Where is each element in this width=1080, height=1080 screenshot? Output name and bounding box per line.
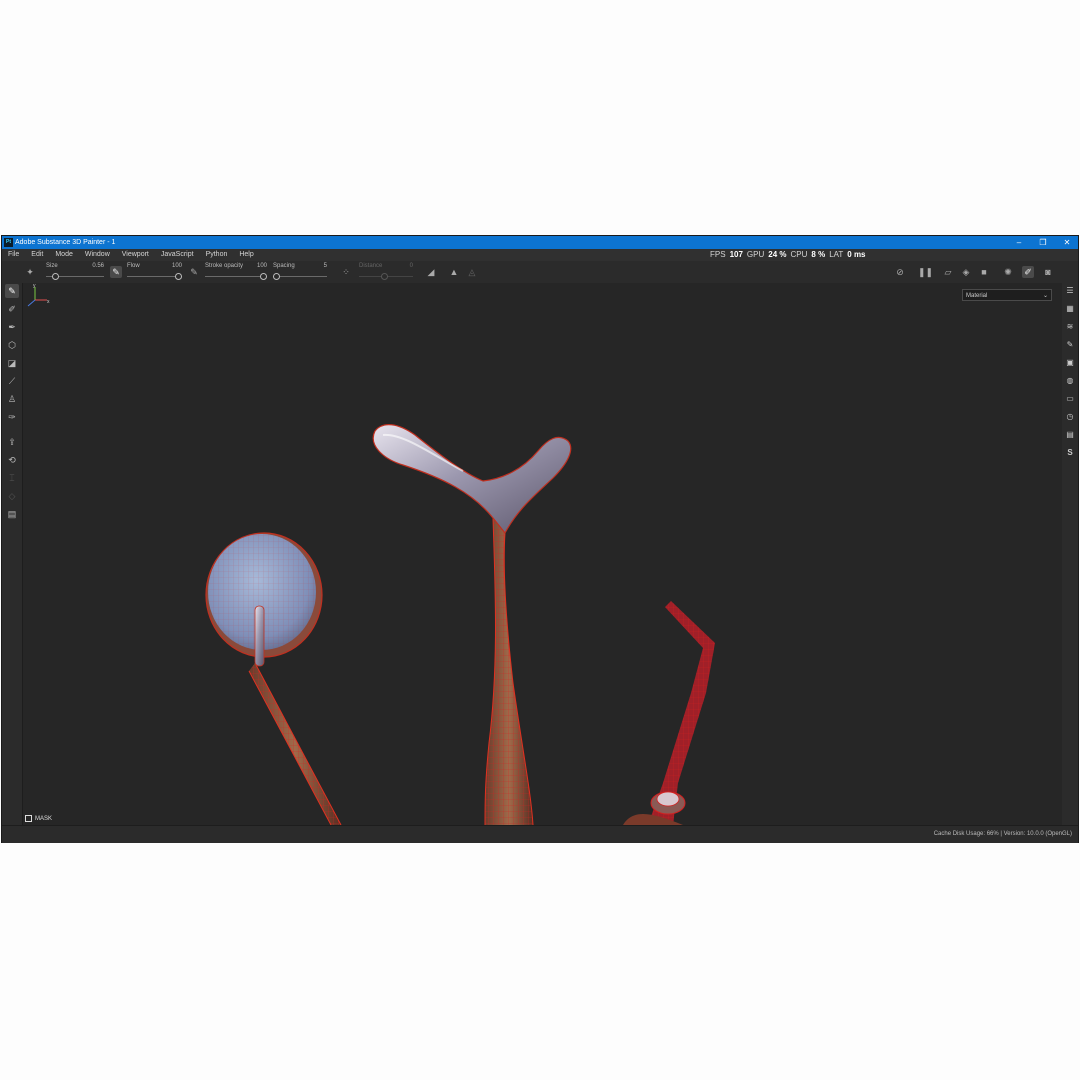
size-slider-handle[interactable] <box>52 273 59 280</box>
bake-icon[interactable]: ✺ <box>1002 266 1014 278</box>
cpu-label: CPU <box>790 250 808 259</box>
lat-label: LAT <box>829 250 844 259</box>
substance-logo-icon[interactable]: S <box>1064 447 1076 459</box>
menu-python[interactable]: Python <box>206 249 228 261</box>
channel-select-value: Material <box>966 293 988 299</box>
right-toolbar: ☰ ▦ ≋ ✎ ▣ ◍ ▭ ◷ ▤ S <box>1061 283 1078 825</box>
shader-settings-icon[interactable]: ◍ <box>1064 375 1076 387</box>
symmetry-icon[interactable]: ▲ <box>448 266 460 278</box>
left-toolbar: ✎ ✐ ✒ ⬡ ◪ ⟋ ♙ ✑ ⇪ ⟲ ⌶ ◇ ▤ <box>2 283 23 825</box>
axis-x-label: x <box>47 299 50 305</box>
distance-value: 0 <box>409 263 413 269</box>
spacing-value: 5 <box>323 263 327 269</box>
menu-bar: File Edit Mode Window Viewport JavaScrip… <box>2 249 1078 261</box>
menu-mode[interactable]: Mode <box>55 249 73 261</box>
smudge-icon[interactable]: ⟋ <box>5 374 19 388</box>
stroke-opacity-label: Stroke opacity <box>205 263 244 269</box>
export-icon[interactable]: ⇪ <box>5 435 19 449</box>
size-pressure-toggle-icon[interactable]: ✎ <box>110 266 122 278</box>
gpu-label: GPU <box>746 250 765 259</box>
clone-stamp-icon[interactable]: ♙ <box>5 392 19 406</box>
gpu-value: 24 % <box>768 250 787 259</box>
mask-indicator[interactable]: MASK <box>25 815 52 822</box>
mask-label: MASK <box>35 815 53 822</box>
measure-icon: ⌶ <box>9 473 15 483</box>
menu-window[interactable]: Window <box>85 249 110 261</box>
document-icon[interactable]: ▤ <box>5 507 19 521</box>
flow-value: 100 <box>171 263 182 269</box>
chevron-down-icon: ⌄ <box>1042 293 1048 299</box>
mask-checkbox[interactable] <box>25 815 32 822</box>
minimize-button[interactable]: – <box>1014 236 1024 249</box>
disabled-tool-icon: ◇ <box>8 491 16 501</box>
screenshot-icon[interactable]: ◙ <box>1042 266 1054 278</box>
restore-button[interactable]: ❐ <box>1038 236 1048 249</box>
window-title: Adobe Substance 3D Painter - 1 <box>15 239 116 246</box>
spacing-label: Spacing <box>273 263 295 269</box>
flow-slider-handle[interactable] <box>175 273 182 280</box>
projection-icon[interactable]: ✒ <box>5 320 19 334</box>
axis-gizmo-icon: y x <box>27 283 50 307</box>
axis-y-label: y <box>33 283 36 289</box>
app-logo-icon: Pt <box>4 238 13 247</box>
paint-mode-icon[interactable]: ✐ <box>1022 266 1034 278</box>
history-icon[interactable]: ◷ <box>1064 411 1076 423</box>
y-instrument <box>372 424 572 825</box>
scene-render <box>205 424 715 825</box>
symmetry-settings-icon: ◬ <box>468 267 476 277</box>
tool-options-bar: ✦ Size 0.56 ✎ Flow 100 ✎ Stroke opacity … <box>2 261 1078 284</box>
flow-pressure-toggle-icon[interactable]: ✎ <box>188 266 200 278</box>
geometry-mask-icon[interactable]: ◪ <box>5 356 19 370</box>
dental-probe <box>623 601 715 825</box>
bake-mesh-icon[interactable]: ⟲ <box>5 453 19 467</box>
layers-icon[interactable]: ≋ <box>1064 321 1076 333</box>
display-settings-icon[interactable]: ▣ <box>1064 357 1076 369</box>
color-picker-icon[interactable]: ✑ <box>5 410 19 424</box>
properties-icon[interactable]: ✎ <box>1064 339 1076 351</box>
distance-slider-handle <box>381 273 388 280</box>
status-text: Cache Disk Usage: 66% | Version: 10.0.0 … <box>933 831 1072 837</box>
paint-brush-icon[interactable]: ✎ <box>5 284 19 298</box>
menu-edit[interactable]: Edit <box>31 249 43 261</box>
alignment-icon[interactable]: ◢ <box>425 266 437 278</box>
stroke-opacity-slider-handle[interactable] <box>260 273 267 280</box>
lat-value: 0 ms <box>847 250 866 259</box>
dental-mirror <box>205 532 342 825</box>
title-bar: Pt Adobe Substance 3D Painter - 1 – ❐ ✕ <box>2 236 1078 249</box>
pause-icon[interactable]: ❚❚ <box>918 266 933 278</box>
assets-icon[interactable]: ▭ <box>1064 393 1076 405</box>
spacing-slider-handle[interactable] <box>273 273 280 280</box>
lazy-mouse-icon[interactable]: ⁘ <box>340 266 352 278</box>
channel-select[interactable]: Material ⌄ <box>962 289 1052 301</box>
flow-label: Flow <box>127 263 140 269</box>
menu-viewport[interactable]: Viewport <box>122 249 149 261</box>
eraser-icon[interactable]: ✐ <box>5 302 19 316</box>
distance-label: Distance <box>359 263 383 269</box>
visibility-toggle-icon[interactable]: ⊘ <box>894 266 906 278</box>
size-value: 0.56 <box>92 263 104 269</box>
texture-set-settings-icon[interactable]: ▦ <box>1064 303 1076 315</box>
status-bar: Cache Disk Usage: 66% | Version: 10.0.0 … <box>2 825 1078 843</box>
menu-file[interactable]: File <box>8 249 19 261</box>
texture-set-list-icon[interactable]: ☰ <box>1064 285 1076 297</box>
view-mode-icon[interactable]: ▱ <box>942 266 954 278</box>
3d-viewport[interactable]: Material ⌄ MASK y x <box>23 283 1062 825</box>
fps-label: FPS <box>710 250 726 259</box>
polygon-fill-icon[interactable]: ⬡ <box>5 338 19 352</box>
camera-icon[interactable]: ■ <box>978 266 990 278</box>
fps-value: 107 <box>729 250 743 259</box>
close-button[interactable]: ✕ <box>1062 236 1072 249</box>
brush-preset-icon[interactable]: ✦ <box>24 266 36 278</box>
performance-stats: FPS 107 GPU 24 % CPU 8 % LAT 0 ms <box>710 249 866 261</box>
app-window: Pt Adobe Substance 3D Painter - 1 – ❐ ✕ … <box>2 236 1078 843</box>
size-label: Size <box>46 263 58 269</box>
log-icon[interactable]: ▤ <box>1064 429 1076 441</box>
menu-help[interactable]: Help <box>239 249 253 261</box>
render-mode-icon[interactable]: ◈ <box>960 266 972 278</box>
cpu-value: 8 % <box>811 250 826 259</box>
stroke-opacity-value: 100 <box>256 263 267 269</box>
menu-javascript[interactable]: JavaScript <box>161 249 194 261</box>
